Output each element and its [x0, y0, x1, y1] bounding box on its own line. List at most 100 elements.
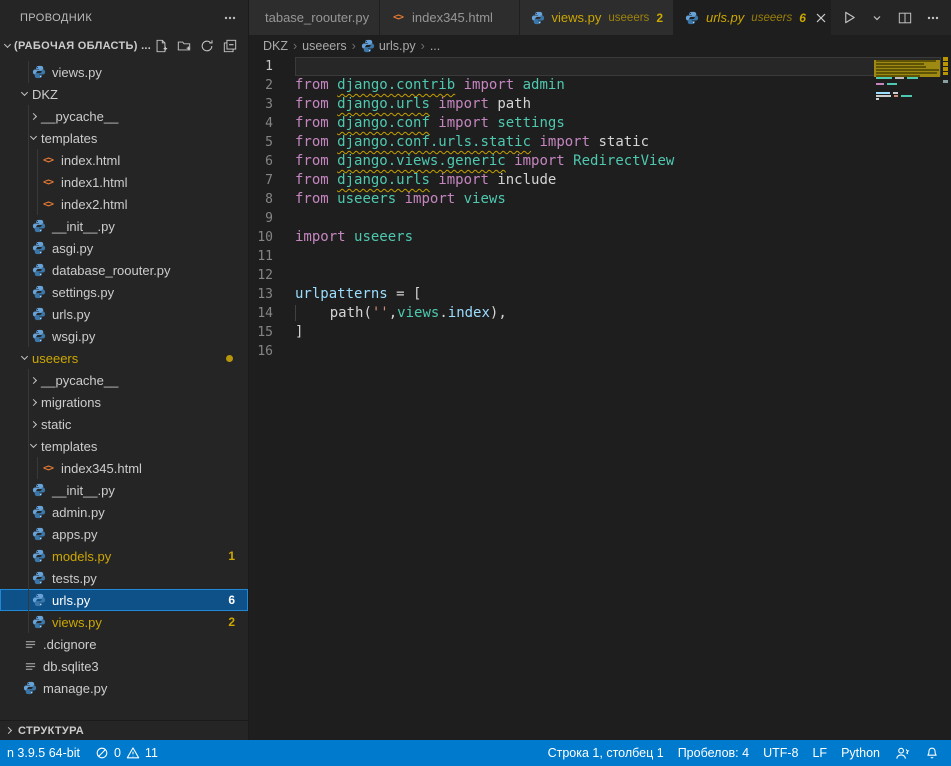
error-count: 0 — [114, 746, 121, 760]
tree-item-templates[interactable]: templates — [0, 127, 248, 149]
tree-item-index.html[interactable]: <>index.html — [0, 149, 248, 171]
tab-index345.html[interactable]: <>index345.html — [380, 0, 520, 35]
code-line-4[interactable]: 4from django.conf import settings — [249, 114, 951, 133]
code-line-16[interactable]: 16 — [249, 342, 951, 361]
tree-item-asgi.py[interactable]: asgi.py — [0, 237, 248, 259]
code-line-14[interactable]: 14 path('',views.index), — [249, 304, 951, 323]
code-line-7[interactable]: 7from django.urls import include — [249, 171, 951, 190]
breadcrumb-item-useeers[interactable]: useeers — [302, 39, 346, 53]
run-dropdown-icon[interactable] — [869, 10, 885, 26]
minimap-text-mark — [887, 83, 897, 85]
code-editor[interactable]: 12from django.contrib import admin3from … — [249, 57, 951, 740]
tree-item-admin.py[interactable]: admin.py — [0, 501, 248, 523]
tree-item-models.py[interactable]: models.py1 — [0, 545, 248, 567]
breadcrumb-item-...[interactable]: ... — [430, 39, 440, 53]
breadcrumb-separator-icon: › — [293, 39, 297, 53]
breadcrumb-item-urls.py[interactable]: urls.py — [361, 39, 416, 54]
tree-item-urls.py[interactable]: urls.py — [0, 303, 248, 325]
tree-item-settings.py[interactable]: settings.py — [0, 281, 248, 303]
status-language[interactable]: Python — [834, 740, 887, 766]
tree-item-label: settings.py — [52, 285, 114, 300]
status-problems[interactable]: 0 11 — [87, 740, 165, 766]
tree-item-__pycache__[interactable]: __pycache__ — [0, 105, 248, 127]
status-python-version[interactable]: n 3.9.5 64-bit — [0, 740, 87, 766]
tree-item-apps.py[interactable]: apps.py — [0, 523, 248, 545]
code-token: django.urls — [337, 172, 430, 188]
tree-item-migrations[interactable]: migrations — [0, 391, 248, 413]
tree-item-views.py[interactable]: views.py2 — [0, 611, 248, 633]
status-encoding[interactable]: UTF-8 — [756, 740, 805, 766]
tree-item-templates[interactable]: templates — [0, 435, 248, 457]
new-file-icon[interactable] — [153, 38, 169, 54]
code-line-11[interactable]: 11 — [249, 247, 951, 266]
code-line-6[interactable]: 6from django.views.generic import Redire… — [249, 152, 951, 171]
tree-item-urls.py[interactable]: urls.py6 — [0, 589, 248, 611]
code-token: ( — [363, 305, 371, 321]
tree-item-manage.py[interactable]: manage.py — [0, 677, 248, 699]
tree-item-index345.html[interactable]: <>index345.html — [0, 457, 248, 479]
tree-item-tests.py[interactable]: tests.py — [0, 567, 248, 589]
file-tree: views.pyDKZ__pycache__templates<>index.h… — [0, 61, 248, 699]
minimap-text-mark — [894, 95, 898, 97]
tree-item-useeers[interactable]: useeers — [0, 347, 248, 369]
code-token: settings — [497, 115, 564, 131]
code-line-15[interactable]: 15] — [249, 323, 951, 342]
code-line-12[interactable]: 12 — [249, 266, 951, 285]
minimap-text-mark — [901, 95, 912, 97]
code-line-8[interactable]: 8from useeers import views — [249, 190, 951, 209]
chevron-down-icon — [4, 41, 11, 48]
tree-item-DKZ[interactable]: DKZ — [0, 83, 248, 105]
code-line-10[interactable]: 10import useeers — [249, 228, 951, 247]
python-icon — [31, 262, 47, 278]
code-token: django.urls — [337, 96, 430, 112]
code-token: RedirectView — [573, 153, 674, 169]
status-feedback[interactable] — [887, 740, 917, 766]
tree-item-__init__.py[interactable]: __init__.py — [0, 479, 248, 501]
code-line-3[interactable]: 3from django.urls import path — [249, 95, 951, 114]
status-eol[interactable]: LF — [805, 740, 834, 766]
tab-urls.py[interactable]: urls.pyuseeers6 — [674, 0, 831, 35]
more-actions-icon[interactable] — [222, 10, 238, 26]
tree-item-index2.html[interactable]: <>index2.html — [0, 193, 248, 215]
tab-problems-badge: 2 — [656, 11, 663, 25]
breadcrumb-item-DKZ[interactable]: DKZ — [263, 39, 288, 53]
tree-item-label: index345.html — [61, 461, 142, 476]
status-bell[interactable] — [917, 740, 947, 766]
code-line-13[interactable]: 13urlpatterns = [ — [249, 285, 951, 304]
outline-section-header[interactable]: СТРУКТУРА — [0, 720, 248, 740]
tree-item-__pycache__[interactable]: __pycache__ — [0, 369, 248, 391]
tree-item-db.sqlite3[interactable]: db.sqlite3 — [0, 655, 248, 677]
minimap[interactable] — [874, 57, 940, 717]
code-line-2[interactable]: 2from django.contrib import admin — [249, 76, 951, 95]
status-cursor-position[interactable]: Строка 1, столбец 1 — [541, 740, 671, 766]
tab-views.py[interactable]: views.pyuseeers2 — [520, 0, 674, 35]
tree-item-.dcignore[interactable]: .dcignore — [0, 633, 248, 655]
status-indentation[interactable]: Пробелов: 4 — [671, 740, 756, 766]
tab-tabase_roouter.py[interactable]: tabase_roouter.py — [249, 0, 380, 35]
python-icon — [31, 64, 47, 80]
warning-count: 11 — [145, 746, 158, 760]
collapse-all-icon[interactable] — [222, 38, 238, 54]
tree-item-database_roouter.py[interactable]: database_roouter.py — [0, 259, 248, 281]
code-line-1[interactable]: 1 — [249, 57, 951, 76]
more-actions-icon[interactable] — [925, 10, 941, 26]
breadcrumb-separator-icon: › — [421, 39, 425, 53]
indent-guide — [37, 149, 38, 171]
tree-item-__init__.py[interactable]: __init__.py — [0, 215, 248, 237]
run-icon[interactable] — [841, 10, 857, 26]
tree-item-static[interactable]: static — [0, 413, 248, 435]
tree-item-wsgi.py[interactable]: wsgi.py — [0, 325, 248, 347]
split-editor-icon[interactable] — [897, 10, 913, 26]
refresh-icon[interactable] — [199, 38, 215, 54]
code-line-5[interactable]: 5from django.conf.urls.static import sta… — [249, 133, 951, 152]
new-folder-icon[interactable] — [176, 38, 192, 54]
line-number: 1 — [249, 57, 295, 76]
code-line-9[interactable]: 9 — [249, 209, 951, 228]
tree-item-views.py[interactable]: views.py — [0, 61, 248, 83]
overview-ruler[interactable] — [940, 57, 951, 740]
tree-item-index1.html[interactable]: <>index1.html — [0, 171, 248, 193]
python-icon — [31, 614, 47, 630]
workspace-section-header[interactable]: (РАБОЧАЯ ОБЛАСТЬ) ... — [0, 35, 248, 57]
code-token: django.conf.urls.static — [337, 134, 531, 150]
close-icon[interactable] — [816, 10, 826, 26]
